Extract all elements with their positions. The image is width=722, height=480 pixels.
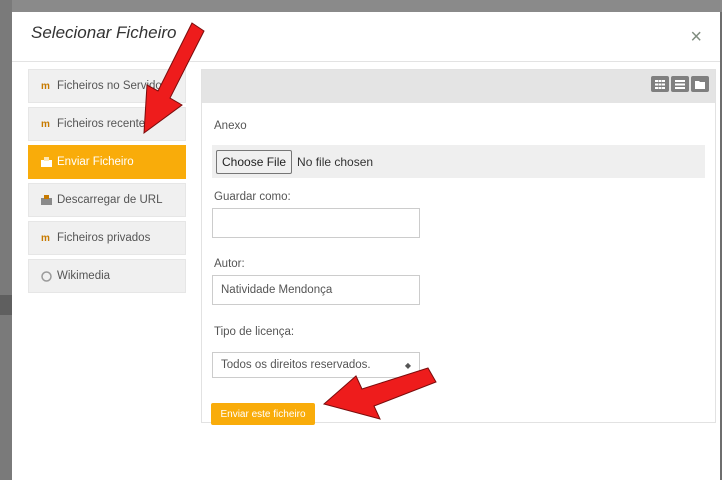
view-toolbar <box>202 70 715 103</box>
background-page-top <box>0 0 722 12</box>
dialog-title: Selecionar Ficheiro <box>31 23 177 42</box>
file-status-text: No file chosen <box>297 154 374 169</box>
sidebar-item-label: Descarregar de URL <box>57 194 163 206</box>
upload-panel: Anexo Choose File No file chosen Guardar… <box>201 69 716 425</box>
dialog-header: Selecionar Ficheiro × <box>12 12 720 62</box>
sidebar-item-label: Ficheiros privados <box>57 232 151 244</box>
sidebar-item-recent-files[interactable]: m Ficheiros recentes <box>28 107 186 141</box>
view-buttons <box>651 76 709 92</box>
background-page-left <box>0 0 12 480</box>
select-arrows-icon: ◆ <box>404 360 411 370</box>
attachment-label: Anexo <box>214 120 247 132</box>
license-select[interactable]: Todos os direitos reservados. ◆ <box>212 352 420 378</box>
author-field[interactable]: Natividade Mendonça <box>212 275 420 305</box>
save-as-label: Guardar como: <box>214 191 291 203</box>
file-input-row: Choose File No file chosen <box>212 145 705 178</box>
save-as-field[interactable] <box>212 208 420 238</box>
sidebar-item-wikimedia[interactable]: Wikimedia <box>28 259 186 293</box>
license-label: Tipo de licença: <box>214 326 295 338</box>
moodle-icon: m <box>41 232 50 244</box>
list-view-icon[interactable] <box>671 76 689 92</box>
sidebar-item-private-files[interactable]: m Ficheiros privados <box>28 221 186 255</box>
sidebar-item-download-url[interactable]: Descarregar de URL <box>28 183 186 217</box>
background-page-fragment <box>0 295 12 315</box>
moodle-icon: m <box>41 118 50 130</box>
author-label: Autor: <box>214 258 245 270</box>
sidebar-item-label: Enviar Ficheiro <box>57 156 134 168</box>
wikimedia-icon <box>41 270 53 282</box>
grid-view-icon[interactable] <box>651 76 669 92</box>
folder-view-icon[interactable] <box>691 76 709 92</box>
license-selected-value: Todos os direitos reservados. <box>221 359 371 371</box>
repository-sidebar: m Ficheiros no Servidor m Ficheiros rece… <box>28 69 186 297</box>
file-picker-dialog: Selecionar Ficheiro × m Ficheiros no Ser… <box>12 12 720 480</box>
choose-file-button[interactable]: Choose File <box>216 149 293 174</box>
close-icon[interactable]: × <box>690 26 702 49</box>
sidebar-item-server-files[interactable]: m Ficheiros no Servidor <box>28 69 186 103</box>
upload-icon <box>41 156 53 168</box>
upload-file-button[interactable]: Enviar este ficheiro <box>211 403 315 425</box>
sidebar-item-label: Ficheiros no Servidor <box>57 80 166 92</box>
sidebar-item-label: Ficheiros recentes <box>57 118 151 130</box>
moodle-icon: m <box>41 80 50 92</box>
sidebar-item-label: Wikimedia <box>57 270 111 282</box>
sidebar-item-upload-file[interactable]: Enviar Ficheiro <box>28 145 186 179</box>
download-url-icon <box>41 194 53 206</box>
